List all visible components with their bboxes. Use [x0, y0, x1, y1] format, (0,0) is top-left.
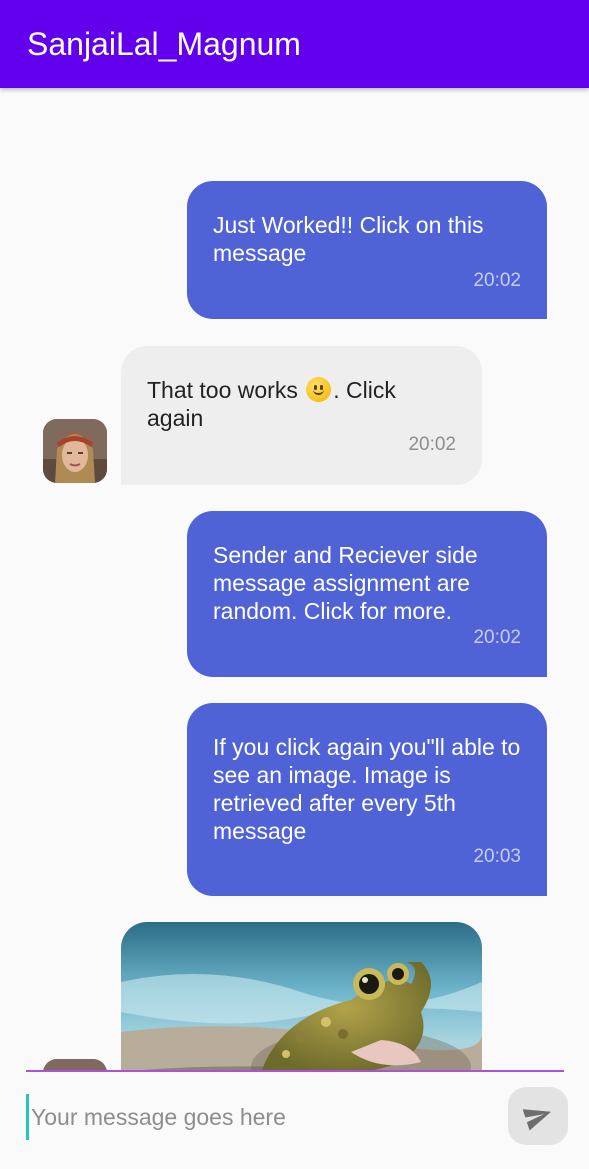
received-message-bubble[interactable]: That too works . Click again 20:02: [121, 346, 482, 485]
send-icon: [523, 1109, 552, 1131]
avatar-portrait-icon: [43, 419, 107, 483]
message-time: 20:02: [408, 434, 456, 455]
message-input[interactable]: [26, 1094, 486, 1140]
message-text: Sender and Reciever side message assignm…: [213, 542, 478, 624]
sent-message-bubble[interactable]: If you click again you"ll able to see an…: [187, 703, 547, 896]
message-text: That too works . Click again: [147, 376, 458, 432]
message-time: 20:03: [473, 846, 521, 867]
message-text-part: That too works: [147, 377, 305, 403]
message-time: 20:02: [473, 627, 521, 648]
sent-message-bubble[interactable]: Just Worked!! Click on this message 20:0…: [187, 181, 547, 319]
user-avatar: [43, 419, 107, 483]
send-button[interactable]: [508, 1087, 568, 1145]
message-list[interactable]: Just Worked!! Click on this message 20:0…: [0, 88, 589, 1070]
slightly-smiling-face-emoji: [306, 377, 332, 402]
message-text: Just Worked!! Click on this message: [213, 212, 484, 266]
received-image-bubble[interactable]: [121, 922, 482, 1070]
user-avatar: [43, 1059, 107, 1070]
sent-message-bubble[interactable]: Sender and Reciever side message assignm…: [187, 511, 547, 677]
app-title: SanjaiLal_Magnum: [27, 26, 301, 62]
message-text: If you click again you"ll able to see an…: [213, 734, 521, 844]
message-time: 20:02: [473, 270, 521, 291]
frog-photo: [121, 922, 482, 1070]
avatar-portrait-icon: [43, 1059, 107, 1070]
message-composer: [0, 1072, 589, 1169]
app-bar: SanjaiLal_Magnum: [0, 0, 589, 88]
